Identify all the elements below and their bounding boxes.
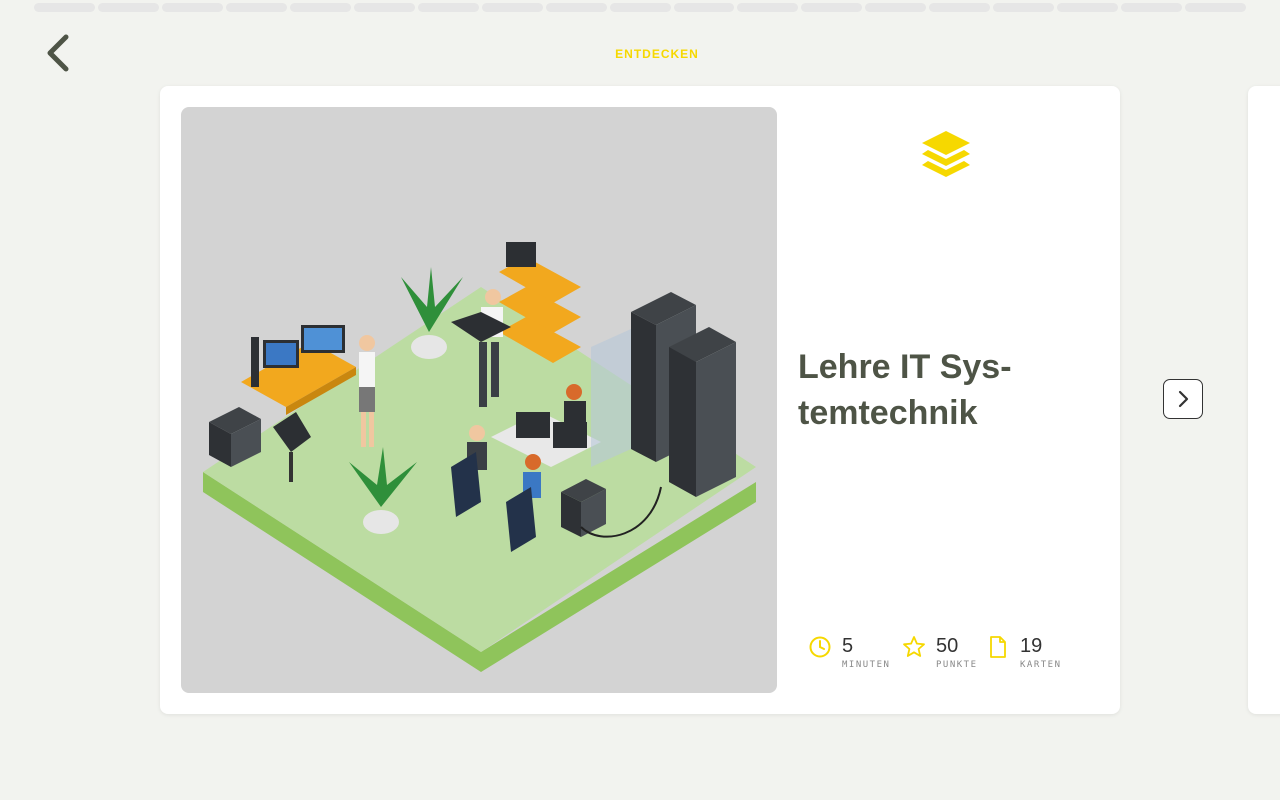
stat-cards-label: KARTEN — [1020, 660, 1062, 670]
stat-points-label: PUNKTE — [936, 660, 978, 670]
progress-segment — [1057, 3, 1119, 12]
course-card[interactable]: Lehre IT Sys- temtechnik 5 MINUTEN 50 PU… — [160, 86, 1120, 714]
clock-icon — [809, 636, 831, 658]
stat-duration-label: MINUTEN — [842, 660, 891, 670]
stat-duration: 5 MINUTEN — [808, 634, 890, 670]
progress-segment — [673, 3, 735, 12]
progress-segment — [1185, 3, 1247, 12]
section-label: ENTDECKEN — [615, 47, 699, 61]
stat-cards: 19 KARTEN — [986, 634, 1062, 670]
progress-segment — [481, 3, 543, 12]
progress-segment — [353, 3, 415, 12]
stat-points: 50 PUNKTE — [902, 634, 978, 670]
progress-segment — [801, 3, 863, 12]
progress-segment — [545, 3, 607, 12]
progress-segment — [161, 3, 223, 12]
progress-segment — [97, 3, 159, 12]
progress-segment — [225, 3, 287, 12]
progress-segment — [929, 3, 991, 12]
course-title-line-1: Lehre IT Sys- — [798, 348, 1012, 386]
layers-icon — [922, 131, 970, 177]
stat-cards-value: 19 — [1020, 635, 1043, 657]
next-card-peek[interactable] — [1248, 86, 1280, 714]
progress-segment — [289, 3, 351, 12]
course-title-line-2: temtechnik — [798, 394, 978, 432]
progress-bar — [34, 3, 1247, 13]
next-button[interactable] — [1163, 379, 1203, 419]
progress-segment — [865, 3, 927, 12]
chevron-right-icon — [1178, 390, 1189, 408]
stat-duration-value: 5 — [842, 635, 854, 657]
document-icon — [990, 636, 1006, 658]
stat-points-value: 50 — [936, 635, 959, 657]
progress-segment — [34, 3, 95, 12]
star-icon — [903, 636, 925, 657]
progress-segment — [1121, 3, 1183, 12]
progress-segment — [417, 3, 479, 12]
progress-segment — [993, 3, 1055, 12]
course-title: Lehre IT Sys- temtechnik — [798, 344, 1078, 436]
course-illustration — [181, 107, 777, 693]
progress-segment — [609, 3, 671, 12]
progress-segment — [737, 3, 799, 12]
office-illustration — [203, 242, 756, 672]
